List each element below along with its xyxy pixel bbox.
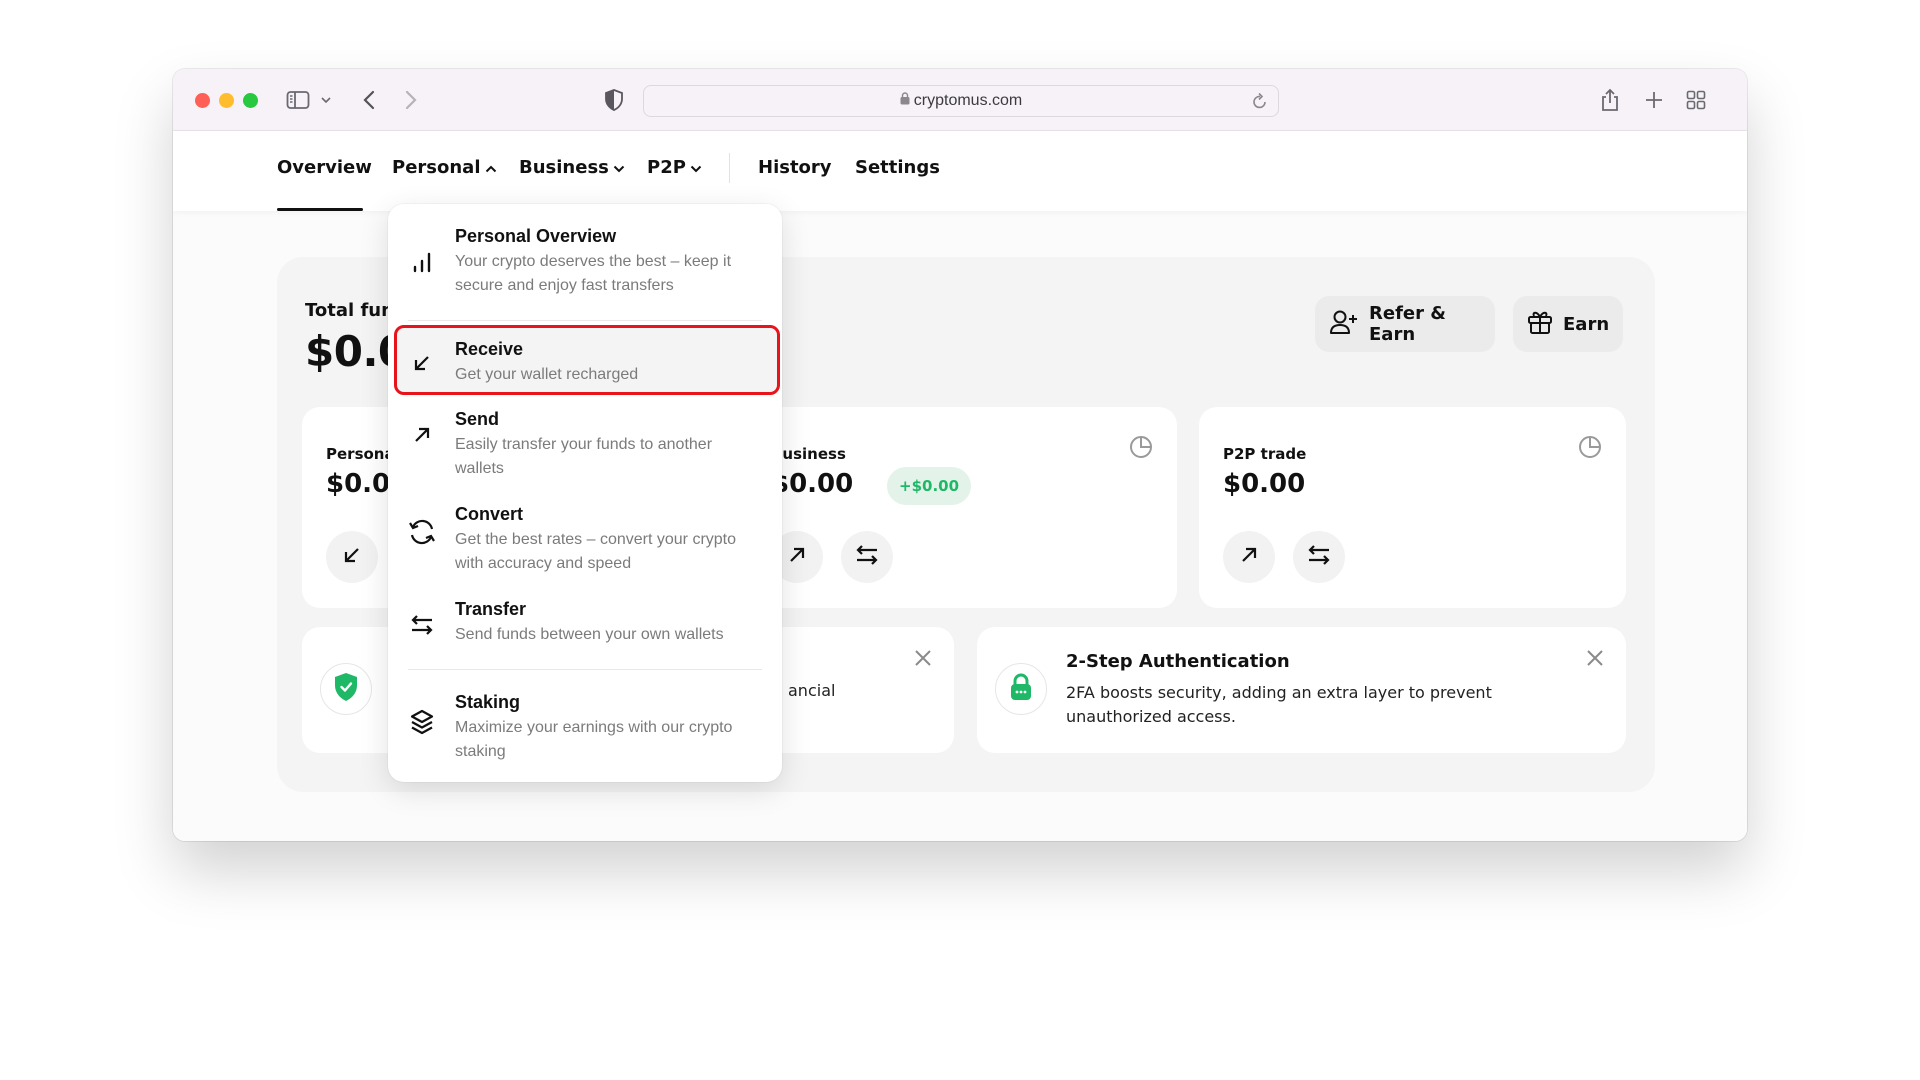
send-button[interactable] (1223, 531, 1275, 583)
menu-item-title: Staking (455, 692, 521, 712)
menu-item-desc: Your crypto deserves the best – keep it … (455, 253, 732, 294)
reload-icon[interactable] (1252, 92, 1268, 115)
menu-item-title: Transfer (455, 599, 527, 619)
nav-p2p-label: P2P (647, 157, 686, 178)
transfer-button[interactable] (1293, 531, 1345, 583)
notification-text: 2FA boosts security, adding an extra lay… (1066, 683, 1492, 726)
menu-item-title: Convert (455, 504, 524, 524)
new-tab-icon[interactable] (1643, 87, 1665, 113)
earn-label: Earn (1563, 313, 1610, 335)
pie-chart-icon[interactable] (1129, 435, 1153, 463)
lock-icon-wrap (995, 663, 1047, 715)
lock-icon (900, 92, 910, 110)
close-window-button[interactable] (195, 93, 210, 108)
menu-item-title: Send (455, 409, 500, 429)
add-user-icon (1329, 309, 1359, 340)
menu-item-title: Personal Overview (455, 226, 617, 246)
nav-divider (729, 153, 730, 183)
business-wallet-card[interactable]: Business $0.00 +$0.00 (751, 407, 1177, 608)
gift-icon (1527, 309, 1553, 340)
shield-icon[interactable] (603, 87, 625, 113)
chevron-down-icon[interactable] (319, 87, 333, 113)
url-text: cryptomus.com (913, 92, 1023, 109)
back-icon[interactable] (359, 87, 379, 113)
browser-toolbar: cryptomus.com (173, 69, 1747, 131)
card-balance: $0.00 (771, 469, 854, 499)
card-title: Business (771, 445, 846, 463)
nav-overview-label: Overview (277, 157, 372, 178)
nav-settings[interactable]: Settings (855, 157, 940, 178)
menu-item-receive[interactable]: Receive Get your wallet recharged (388, 325, 782, 395)
menu-item-personal-overview[interactable]: Personal Overview Your crypto deserves t… (388, 204, 782, 320)
nav-settings-label: Settings (855, 157, 940, 178)
transfer-icon (855, 544, 879, 570)
minimize-window-button[interactable] (219, 93, 234, 108)
address-bar[interactable]: cryptomus.com (643, 85, 1279, 117)
tab-overview-icon[interactable] (1685, 87, 1707, 113)
arrow-down-left-icon (342, 545, 362, 569)
nav-business[interactable]: Business (519, 157, 625, 178)
2fa-notification-card: 2-Step Authentication 2FA boosts securit… (977, 627, 1626, 753)
forward-icon[interactable] (401, 87, 421, 113)
menu-item-transfer[interactable]: Transfer Send funds between your own wal… (388, 589, 782, 657)
card-balance: $0.00 (1223, 469, 1306, 499)
arrow-up-right-icon (408, 421, 436, 449)
menu-item-convert[interactable]: Convert Get the best rates – convert you… (388, 494, 782, 586)
convert-icon (408, 518, 436, 546)
active-tab-indicator (277, 208, 363, 211)
chevron-down-icon (613, 157, 625, 178)
transfer-button[interactable] (841, 531, 893, 583)
nav-personal[interactable]: Personal (392, 157, 497, 178)
menu-item-title: Receive (455, 339, 524, 359)
receive-button[interactable] (326, 531, 378, 583)
menu-item-desc: Send funds between your own wallets (455, 626, 724, 643)
earn-button[interactable]: Earn (1513, 296, 1623, 352)
refer-and-earn-button[interactable]: Refer & Earn (1315, 296, 1495, 352)
menu-separator (408, 320, 762, 321)
layers-icon (408, 708, 436, 736)
transfer-icon (408, 611, 436, 639)
browser-window: cryptomus.com Overview Personal Business (173, 69, 1747, 841)
nav-overview[interactable]: Overview (277, 157, 372, 178)
security-icon-wrap (320, 663, 372, 715)
notification-text: ancial (788, 681, 836, 700)
chevron-down-icon (690, 157, 702, 178)
menu-separator (408, 669, 762, 670)
close-icon[interactable] (914, 649, 932, 671)
menu-item-desc: Easily transfer your funds to another wa… (455, 436, 713, 477)
lock-icon (1009, 673, 1033, 705)
share-icon[interactable] (1599, 87, 1621, 113)
menu-item-desc: Get your wallet recharged (455, 366, 639, 383)
personal-dropdown-menu: Personal Overview Your crypto deserves t… (388, 204, 782, 782)
menu-item-send[interactable]: Send Easily transfer your funds to anoth… (388, 399, 782, 489)
nav-history-label: History (758, 157, 832, 178)
p2p-wallet-card[interactable]: P2P trade $0.00 (1199, 407, 1626, 608)
menu-item-desc: Maximize your earnings with our crypto s… (455, 719, 733, 760)
menu-item-staking[interactable]: Staking Maximize your earnings with our … (388, 674, 782, 774)
balance-change-badge: +$0.00 (887, 467, 972, 505)
nav-history[interactable]: History (758, 157, 832, 178)
pie-chart-icon[interactable] (1578, 435, 1602, 463)
nav-business-label: Business (519, 157, 609, 178)
arrow-down-left-icon (408, 349, 436, 377)
shield-check-icon (333, 672, 359, 706)
close-icon[interactable] (1586, 649, 1604, 671)
sidebar-icon[interactable] (285, 87, 311, 113)
arrow-up-right-icon (787, 545, 807, 569)
nav-personal-label: Personal (392, 157, 481, 178)
notification-title: 2-Step Authentication (1066, 651, 1290, 672)
menu-item-desc: Get the best rates – convert your crypto… (455, 531, 737, 572)
main-nav: Overview Personal Business P2P History S… (173, 131, 1747, 211)
card-title: P2P trade (1223, 445, 1307, 463)
maximize-window-button[interactable] (243, 93, 258, 108)
arrow-up-right-icon (1239, 545, 1259, 569)
nav-p2p[interactable]: P2P (647, 157, 702, 178)
refer-and-earn-label: Refer & Earn (1369, 303, 1446, 345)
bar-chart-icon (408, 248, 436, 276)
transfer-icon (1307, 544, 1331, 570)
chevron-up-icon (485, 157, 497, 178)
